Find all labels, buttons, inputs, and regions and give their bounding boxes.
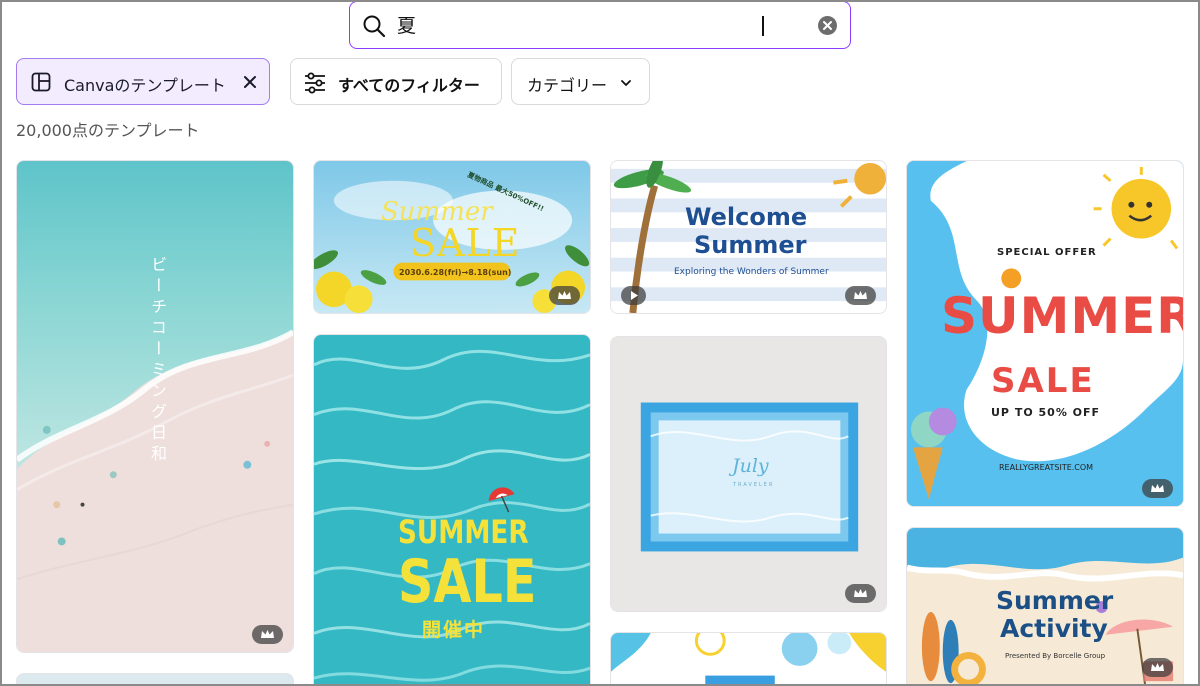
template-card-july[interactable]: July TRAVELER <box>610 336 887 612</box>
premium-badge <box>549 286 580 305</box>
template-card-circles[interactable] <box>610 632 887 686</box>
welcome-line1: Welcome <box>685 203 808 231</box>
up-to-discount: UP TO 50% OFF <box>991 406 1101 419</box>
category-dropdown[interactable]: カテゴリー <box>511 58 650 105</box>
special-offer-kicker: SPECIAL OFFER <box>997 247 1097 258</box>
search-icon <box>363 15 386 38</box>
july-title: July <box>732 455 769 477</box>
template-card-welcome-summer[interactable]: Welcome Summer Exploring the Wonders of … <box>610 160 887 314</box>
play-icon <box>631 291 638 300</box>
sale-title: SALE <box>410 221 521 265</box>
premium-badge <box>845 286 876 305</box>
template-icon <box>31 72 51 92</box>
vertical-title: ビーチコーミング日和 <box>148 256 167 466</box>
crown-icon <box>854 291 867 299</box>
all-filters-button[interactable]: すべてのフィルター <box>290 58 502 105</box>
category-label: カテゴリー <box>527 76 608 95</box>
crown-icon <box>854 589 867 597</box>
close-icon <box>823 21 832 30</box>
activity-presenter: Presented By Borcelle Group <box>1005 652 1106 660</box>
remove-filter-icon[interactable] <box>242 74 258 90</box>
welcome-subtitle: Exploring the Wonders of Summer <box>674 267 829 277</box>
crown-icon <box>1151 484 1164 492</box>
activity-line1: Summer <box>996 586 1114 615</box>
canva-templates-filter-chip[interactable]: Canvaのテンプレート <box>16 58 270 105</box>
results-count: 20,000点のテンプレート <box>16 121 200 140</box>
summer-word: SUMMER <box>941 287 1184 345</box>
july-subtitle: TRAVELER <box>733 482 775 488</box>
sliders-icon <box>305 72 325 94</box>
activity-line2: Activity <box>1000 614 1108 643</box>
text-caret <box>762 16 764 36</box>
template-card-summer-sale-lemon[interactable]: Summer SALE 夏物商品 最大50%OFF!! 2030.6.28(fr… <box>313 160 591 314</box>
template-card-beachcombing[interactable]: ビーチコーミング日和 <box>16 160 294 653</box>
chevron-down-icon <box>621 80 631 86</box>
premium-badge <box>845 584 876 603</box>
template-card-partial[interactable] <box>16 673 294 686</box>
pool-ongoing: 開催中 <box>422 619 486 641</box>
chip-label: Canvaのテンプレート <box>64 76 226 95</box>
crown-icon <box>261 630 274 638</box>
template-card-summer-activity[interactable]: Summer Activity Presented By Borcelle Gr… <box>906 527 1184 686</box>
welcome-line2: Summer <box>694 231 807 259</box>
search-bar[interactable]: 夏 <box>349 1 851 49</box>
crown-icon <box>1151 663 1164 671</box>
video-badge <box>621 286 646 305</box>
template-card-special-offer[interactable]: SPECIAL OFFER SUMMER SALE UP TO 50% OFF … <box>906 160 1184 507</box>
search-input[interactable]: 夏 <box>397 14 416 38</box>
crown-icon <box>558 291 571 299</box>
premium-badge <box>1142 479 1173 498</box>
premium-badge <box>252 625 283 644</box>
clear-search-button[interactable] <box>818 16 837 35</box>
website-text: REALLYGREATSITE.COM <box>999 463 1094 472</box>
sale-dates: 2030.6.28(fri)→8.18(sun) <box>399 268 512 277</box>
all-filters-label: すべてのフィルター <box>338 76 480 95</box>
pool-summer: SUMMER <box>398 513 529 551</box>
sale-word: SALE <box>991 361 1095 401</box>
premium-badge <box>1142 658 1173 677</box>
template-card-pool-sale[interactable]: SUMMER SALE 開催中 <box>313 334 591 686</box>
pool-sale: SALE <box>398 547 537 617</box>
circles-thumbnail <box>611 633 886 686</box>
